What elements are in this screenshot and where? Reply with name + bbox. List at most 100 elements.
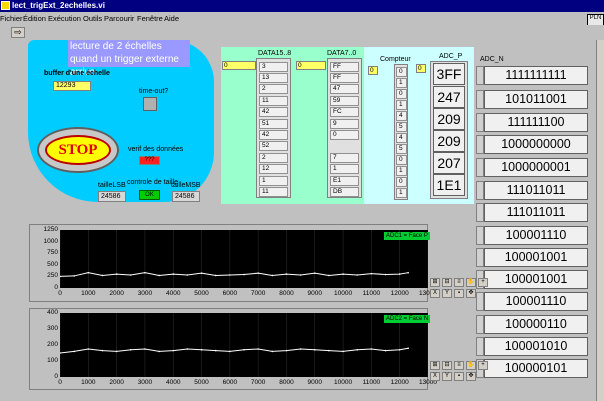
y-tick-label: 1000: [43, 237, 58, 245]
timeout-indicator: [143, 97, 157, 111]
title-bar: lect_trigExt_2echelles.vi: [0, 0, 604, 12]
array-cell: 0: [396, 67, 407, 77]
x-tick-label: 0: [58, 379, 62, 386]
data-point: [186, 348, 189, 350]
graph2-lock-icon[interactable]: ▪: [454, 372, 464, 381]
buffer-input[interactable]: 12293: [53, 81, 91, 91]
data7-0-label: DATA7..0: [327, 50, 357, 57]
adc-n-index: [476, 292, 484, 311]
adc-n-cell: 100001110: [484, 226, 588, 245]
data-point: [87, 271, 90, 274]
run-arrow-icon[interactable]: ⇨: [11, 27, 25, 38]
menu-execution[interactable]: Exécution: [48, 14, 81, 23]
adc-n-cell: 1000000001: [484, 158, 588, 177]
menu-fichier[interactable]: Fichier: [0, 14, 23, 23]
x-tick-label: 7000: [250, 379, 266, 386]
graph2-grid-icon[interactable]: ≡: [454, 361, 464, 370]
graph2-zoom-icon[interactable]: ⊞: [430, 361, 440, 370]
x-tick-label: 10000: [334, 290, 353, 297]
chart-adc1-svg: [59, 230, 429, 288]
array-cell: 1: [396, 78, 407, 88]
array-cell: 7: [330, 153, 359, 163]
compteur-index[interactable]: 0: [368, 66, 378, 75]
adc-n-index: [476, 158, 484, 177]
adc-p-index[interactable]: 0: [416, 64, 426, 73]
menu-parcourir[interactable]: Parcourir: [104, 14, 134, 23]
menu-aide[interactable]: Aide: [164, 14, 179, 23]
array-cell: 0: [396, 155, 407, 165]
data-point: [342, 273, 344, 275]
vertical-scrollbar[interactable]: [596, 40, 604, 401]
data-point: [356, 274, 359, 276]
data-point: [115, 350, 118, 353]
data-point: [186, 274, 189, 276]
adc-n-cell: 101011001: [484, 90, 588, 109]
graph-grid-icon[interactable]: ≡: [454, 278, 464, 287]
x-tick-label: 5000: [194, 290, 209, 297]
graph-hand-icon[interactable]: ✋: [466, 278, 476, 287]
x-tick-label: 3000: [137, 290, 153, 297]
array-cell: 0: [330, 130, 359, 140]
graph2-x-format-icon[interactable]: X: [430, 372, 440, 381]
array-cell: 11: [259, 96, 288, 106]
array-cell: 12: [259, 164, 288, 174]
graph2-hand-icon[interactable]: ✋: [466, 361, 476, 370]
x-tick-label: 3000: [137, 379, 153, 386]
x-tick-label: 9000: [307, 379, 322, 386]
menu-outils[interactable]: Outils: [83, 14, 102, 23]
data7-0-index[interactable]: 0: [296, 61, 326, 70]
x-tick-label: 6000: [222, 290, 238, 297]
adc-p-cell: 209: [433, 130, 465, 152]
array-cell: 11: [259, 187, 288, 197]
data-point: [229, 274, 231, 276]
graph2-scale-icon[interactable]: ⊟: [442, 361, 452, 370]
data-point: [257, 272, 259, 274]
data-point: [257, 348, 259, 350]
graph-cursor-icon[interactable]: +: [478, 278, 488, 287]
graph2-cursor-icon[interactable]: +: [478, 361, 488, 370]
data-point: [101, 349, 104, 352]
data-point: [87, 348, 90, 350]
graph-pan-icon[interactable]: ✥: [466, 289, 476, 298]
window-title: lect_trigExt_2echelles.vi: [12, 1, 105, 10]
x-tick-label: 5000: [194, 379, 209, 386]
data-point: [384, 349, 387, 352]
graph2-y-format-icon[interactable]: Y: [442, 372, 452, 381]
data-point: [243, 273, 245, 276]
buffer-label: buffer d'une échelle: [44, 70, 110, 77]
x-tick-label: 1000: [81, 379, 96, 386]
adc-n-index: [476, 203, 484, 222]
array-cell: 4: [396, 133, 407, 143]
array-cell: 51: [259, 119, 288, 129]
adc-n-index: [476, 248, 484, 267]
adc-n-cell: 100001110: [484, 292, 588, 311]
data-point: [407, 347, 409, 349]
adc-p-cell: 247: [433, 86, 465, 108]
graph-lock-icon[interactable]: ▪: [454, 289, 464, 298]
adc-n-cell: 100000101: [484, 359, 588, 378]
graph2-pan-icon[interactable]: ✥: [466, 372, 476, 381]
menu-fenetre[interactable]: Fenêtre: [137, 14, 163, 23]
taille-msb-label: tailleMSB: [171, 182, 201, 189]
menu-edition[interactable]: Édition: [23, 14, 46, 23]
graph-zoom-icon[interactable]: ⊞: [430, 278, 440, 287]
array-cell: 5: [396, 122, 407, 132]
x-tick-label: 12000: [390, 290, 409, 297]
chart-adc1-plot: [59, 230, 429, 288]
graph-y-format-icon[interactable]: Y: [442, 289, 452, 298]
array-cell: 4: [396, 111, 407, 121]
adc-p-cell: 3FF: [433, 63, 465, 85]
array-cell: 59: [330, 96, 359, 106]
graph-scale-icon[interactable]: ⊟: [442, 278, 452, 287]
data15-8-index[interactable]: 0: [222, 61, 256, 70]
adc-n-index[interactable]: [476, 66, 484, 85]
adc-p-cell: 207: [433, 152, 465, 174]
taille-msb-value: 24586: [172, 191, 200, 202]
data-point: [243, 349, 245, 351]
y-tick-label: 200: [47, 341, 58, 348]
stop-button[interactable]: STOP: [37, 127, 119, 173]
graph-x-format-icon[interactable]: X: [430, 289, 440, 298]
x-tick-label: 4000: [165, 290, 181, 297]
adc-n-cell: 100001001: [484, 270, 588, 289]
adc-n-cell: 111011011: [484, 203, 588, 222]
